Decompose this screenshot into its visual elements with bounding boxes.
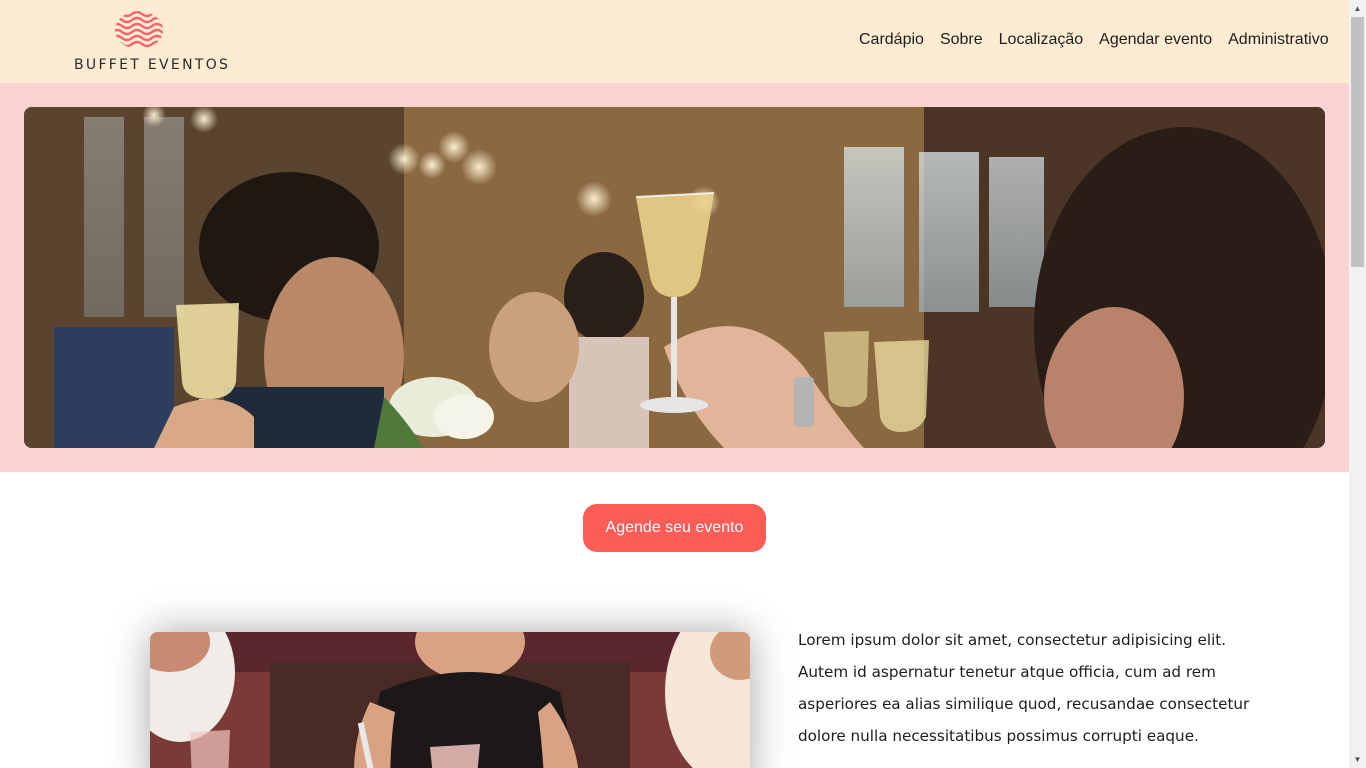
wave-pattern-logo-icon <box>115 11 163 48</box>
scroll-up-arrow-icon[interactable]: ▲ <box>1349 0 1366 17</box>
main-nav: Cardápio Sobre Localização Agendar event… <box>859 30 1329 50</box>
site-logo[interactable]: BUFFET EVENTOS <box>74 10 231 74</box>
nav-item-administrativo[interactable]: Administrativo <box>1228 30 1328 50</box>
scroll-down-arrow-icon[interactable]: ▼ <box>1349 751 1366 768</box>
feature-image <box>150 632 750 768</box>
site-header: BUFFET EVENTOS Cardápio Sobre Localizaçã… <box>0 0 1349 83</box>
nav-item-localizacao[interactable]: Localização <box>999 30 1084 50</box>
friends-toasting-photo <box>150 632 750 768</box>
schedule-event-button[interactable]: Agende seu evento <box>583 504 766 552</box>
hero-section <box>0 83 1349 472</box>
hero-image <box>24 107 1325 448</box>
logo-wordmark: BUFFET EVENTOS <box>74 57 231 73</box>
celebration-toast-photo <box>24 107 1325 448</box>
feature-description: Lorem ipsum dolor sit amet, consectetur … <box>798 631 1250 745</box>
page-scrollbar[interactable]: ▲ ▼ <box>1349 0 1366 768</box>
nav-item-agendar-evento[interactable]: Agendar evento <box>1099 30 1212 50</box>
nav-item-sobre[interactable]: Sobre <box>940 30 983 50</box>
nav-item-cardapio[interactable]: Cardápio <box>859 30 924 50</box>
scrollbar-thumb[interactable] <box>1351 17 1364 267</box>
